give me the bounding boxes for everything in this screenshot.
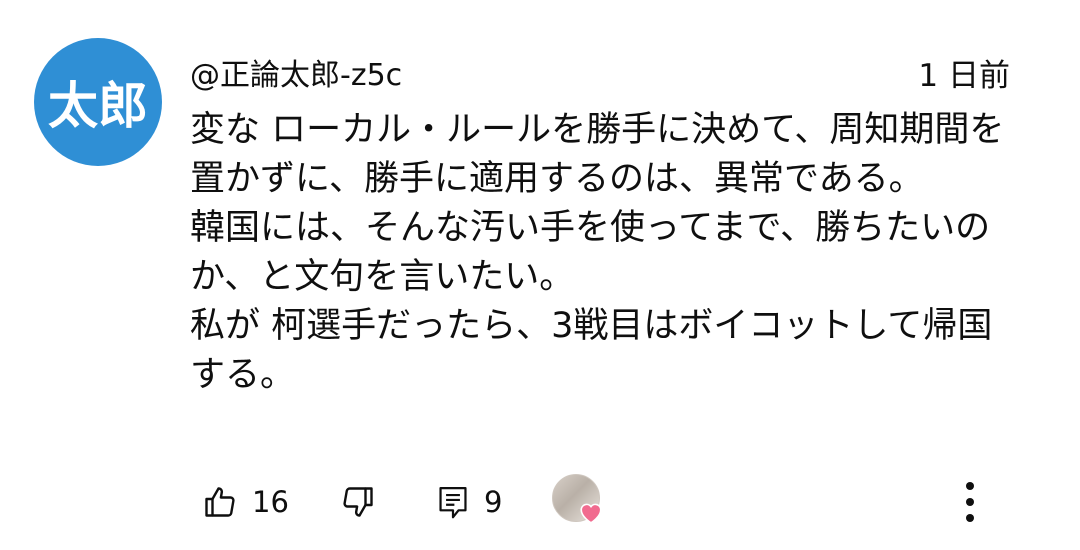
- comment-actions: 16 9: [190, 472, 1020, 532]
- more-options-button[interactable]: [950, 472, 990, 532]
- more-vert-icon: [966, 498, 974, 506]
- reply-count: 9: [484, 485, 503, 519]
- comment-time: 1 日前: [918, 58, 1010, 94]
- comment-paragraph: 変な ローカル・ルールを勝手に決めて、周知期間を置かずに、勝手に適用するのは、異…: [190, 110, 1005, 199]
- creator-heart[interactable]: [552, 474, 610, 532]
- like-count: 16: [252, 485, 289, 519]
- more-vert-icon: [966, 514, 974, 522]
- comment-paragraph: 韓国には、そんな汚い手を使ってまで、勝ちたいのか、と文句を言いたい。: [190, 208, 991, 297]
- heart-icon: [578, 500, 604, 528]
- like-button[interactable]: 16: [202, 472, 289, 532]
- thumbs-down-icon: [340, 484, 376, 520]
- reply-button[interactable]: 9: [436, 472, 502, 532]
- dislike-button[interactable]: [340, 472, 376, 532]
- thumbs-up-icon: [202, 484, 238, 520]
- comment-header: @正論太郎-z5c 1 日前: [190, 46, 1020, 94]
- comment-card: 太郎 @正論太郎-z5c 1 日前 変な ローカル・ルールを勝手に決めて、周知期…: [0, 0, 1080, 550]
- author-name[interactable]: @正論太郎-z5c: [190, 50, 402, 94]
- comment-paragraph: 私が 柯選手だったら、3戦目はボイコットして帰国する。: [190, 306, 993, 395]
- avatar-text: 太郎: [48, 77, 148, 135]
- comment-text: 変な ローカル・ルールを勝手に決めて、周知期間を置かずに、勝手に適用するのは、異…: [190, 106, 1015, 400]
- author-avatar[interactable]: 太郎: [34, 38, 162, 166]
- comment-icon: [436, 484, 470, 520]
- more-vert-icon: [966, 482, 974, 490]
